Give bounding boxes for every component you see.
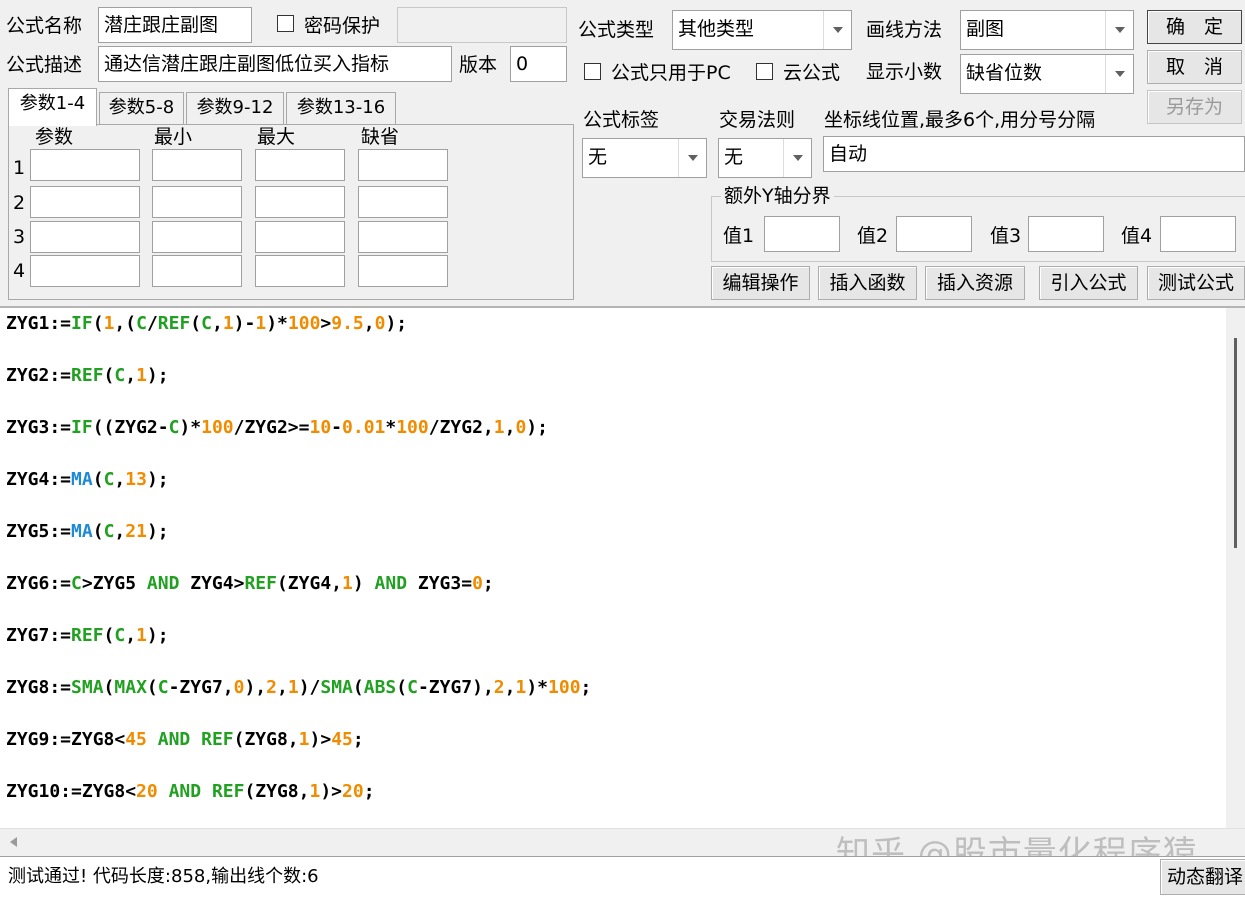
pc-only-checkbox[interactable] bbox=[584, 63, 601, 80]
param-1-max-input[interactable] bbox=[255, 149, 345, 181]
param-3-min-input[interactable] bbox=[152, 221, 242, 253]
param-row-number: 1 bbox=[13, 157, 26, 179]
chevron-down-icon[interactable] bbox=[1105, 11, 1133, 49]
version-label: 版本 bbox=[459, 54, 498, 76]
code-line: ZYG5:=MA(C,21); bbox=[6, 521, 169, 542]
param-4-min-input[interactable] bbox=[152, 255, 242, 287]
param-2-default-input[interactable] bbox=[358, 186, 448, 218]
status-text: 测试通过! 代码长度:858,输出线个数:6 bbox=[8, 866, 319, 887]
version-input[interactable]: 0 bbox=[510, 46, 567, 82]
param-2-max-input[interactable] bbox=[255, 186, 345, 218]
code-line: ZYG8:=SMA(MAX(C-ZYG7,0),2,1)/SMA(ABS(C-Z… bbox=[6, 677, 592, 698]
trade-rule-select[interactable]: 无 bbox=[718, 138, 812, 178]
value-3-input[interactable] bbox=[1028, 216, 1104, 252]
param-1-name-input[interactable] bbox=[30, 149, 140, 181]
trade-rule-label: 交易法则 bbox=[719, 109, 796, 131]
code-line: ZYG7:=REF(C,1); bbox=[6, 625, 169, 646]
param-header-name: 参数 bbox=[35, 126, 74, 148]
decimals-label: 显示小数 bbox=[866, 61, 943, 83]
param-3-max-input[interactable] bbox=[255, 221, 345, 253]
tab-params-9-12[interactable]: 参数9-12 bbox=[186, 92, 284, 124]
param-1-default-input[interactable] bbox=[358, 149, 448, 181]
param-header-default: 缺省 bbox=[361, 126, 400, 148]
cloud-formula-label: 云公式 bbox=[783, 62, 841, 84]
edit-operation-button[interactable]: 编辑操作 bbox=[711, 266, 810, 300]
param-header-min: 最小 bbox=[154, 126, 193, 148]
scrollbar-thumb[interactable] bbox=[1234, 338, 1237, 548]
params-panel: 参数 最小 最大 缺省 1 2 3 4 bbox=[8, 124, 574, 300]
value-1-label: 值1 bbox=[723, 225, 755, 247]
param-3-default-input[interactable] bbox=[358, 221, 448, 253]
draw-method-value: 副图 bbox=[966, 18, 1005, 40]
code-line: ZYG3:=IF((ZYG2-C)*100/ZYG2>=10-0.01*100/… bbox=[6, 417, 548, 438]
formula-tag-label: 公式标签 bbox=[583, 109, 660, 131]
coord-line-input[interactable]: 自动 bbox=[823, 136, 1245, 172]
tab-params-13-16[interactable]: 参数13-16 bbox=[286, 92, 396, 124]
draw-method-select[interactable]: 副图 bbox=[960, 10, 1134, 50]
formula-type-value: 其他类型 bbox=[678, 18, 755, 40]
horizontal-scrollbar[interactable] bbox=[0, 828, 1245, 854]
param-row-number: 3 bbox=[13, 226, 26, 248]
coord-line-label: 坐标线位置,最多6个,用分号分隔 bbox=[824, 109, 1096, 131]
param-row-number: 2 bbox=[13, 192, 26, 214]
code-line: ZYG2:=REF(C,1); bbox=[6, 365, 169, 386]
code-line: ZYG1:=IF(1,(C/REF(C,1)-1)*100>9.5,0); bbox=[6, 313, 408, 334]
password-input bbox=[397, 7, 567, 43]
param-2-min-input[interactable] bbox=[152, 186, 242, 218]
param-1-min-input[interactable] bbox=[152, 149, 242, 181]
chevron-down-icon[interactable] bbox=[783, 139, 811, 177]
password-checkbox[interactable] bbox=[277, 15, 294, 32]
extra-y-axis-label: 额外Y轴分界 bbox=[721, 184, 834, 208]
import-formula-button[interactable]: 引入公式 bbox=[1039, 266, 1138, 300]
decimals-value: 缺省位数 bbox=[966, 62, 1043, 84]
param-4-max-input[interactable] bbox=[255, 255, 345, 287]
formula-type-label: 公式类型 bbox=[578, 19, 655, 41]
code-line: ZYG4:=MA(C,13); bbox=[6, 469, 169, 490]
value-2-label: 值2 bbox=[857, 225, 889, 247]
param-4-name-input[interactable] bbox=[30, 255, 140, 287]
chevron-down-icon[interactable] bbox=[678, 139, 706, 177]
formula-desc-label: 公式描述 bbox=[6, 54, 83, 76]
value-1-input[interactable] bbox=[764, 216, 840, 252]
status-bar: 测试通过! 代码长度:858,输出线个数:6 动态翻译 bbox=[0, 856, 1245, 899]
param-row-number: 4 bbox=[13, 260, 26, 282]
param-3-name-input[interactable] bbox=[30, 221, 140, 253]
cancel-button[interactable]: 取 消 bbox=[1147, 50, 1242, 84]
save-as-button: 另存为 bbox=[1147, 90, 1242, 124]
code-line: ZYG9:=ZYG8<45 AND REF(ZYG8,1)>45; bbox=[6, 729, 364, 750]
dynamic-translate-button[interactable]: 动态翻译 bbox=[1160, 859, 1245, 895]
formula-tag-value: 无 bbox=[588, 146, 608, 168]
param-2-name-input[interactable] bbox=[30, 186, 140, 218]
formula-name-label: 公式名称 bbox=[6, 15, 83, 37]
decimals-select[interactable]: 缺省位数 bbox=[960, 54, 1134, 94]
tab-params-1-4[interactable]: 参数1-4 bbox=[8, 88, 97, 126]
code-line: ZYG10:=ZYG8<20 AND REF(ZYG8,1)>20; bbox=[6, 781, 375, 802]
test-formula-button[interactable]: 测试公式 bbox=[1147, 266, 1245, 300]
pc-only-label: 公式只用于PC bbox=[611, 62, 731, 84]
formula-name-input[interactable]: 潜庄跟庄副图 bbox=[98, 7, 252, 43]
insert-function-button[interactable]: 插入函数 bbox=[818, 266, 917, 300]
formula-type-select[interactable]: 其他类型 bbox=[672, 10, 852, 50]
cloud-formula-checkbox[interactable] bbox=[756, 63, 773, 80]
value-3-label: 值3 bbox=[990, 225, 1022, 247]
vertical-scrollbar[interactable] bbox=[1226, 308, 1245, 828]
trade-rule-value: 无 bbox=[724, 146, 744, 168]
value-4-label: 值4 bbox=[1121, 225, 1153, 247]
chevron-down-icon[interactable] bbox=[823, 11, 851, 49]
param-4-default-input[interactable] bbox=[358, 255, 448, 287]
tab-params-5-8[interactable]: 参数5-8 bbox=[99, 92, 184, 124]
value-2-input[interactable] bbox=[896, 216, 972, 252]
scroll-left-icon[interactable] bbox=[10, 837, 17, 847]
formula-tag-select[interactable]: 无 bbox=[582, 138, 707, 178]
password-label: 密码保护 bbox=[304, 15, 381, 37]
value-4-input[interactable] bbox=[1160, 216, 1236, 252]
code-editor[interactable]: ZYG1:=IF(1,(C/REF(C,1)-1)*100>9.5,0); ZY… bbox=[0, 306, 1245, 854]
chevron-down-icon[interactable] bbox=[1105, 55, 1133, 93]
ok-button[interactable]: 确 定 bbox=[1147, 10, 1242, 44]
insert-resource-button[interactable]: 插入资源 bbox=[925, 266, 1025, 300]
draw-method-label: 画线方法 bbox=[866, 19, 943, 41]
formula-desc-input[interactable]: 通达信潜庄跟庄副图低位买入指标 bbox=[98, 46, 452, 82]
param-header-max: 最大 bbox=[257, 126, 296, 148]
code-line: ZYG6:=C>ZYG5 AND ZYG4>REF(ZYG4,1) AND ZY… bbox=[6, 573, 494, 594]
